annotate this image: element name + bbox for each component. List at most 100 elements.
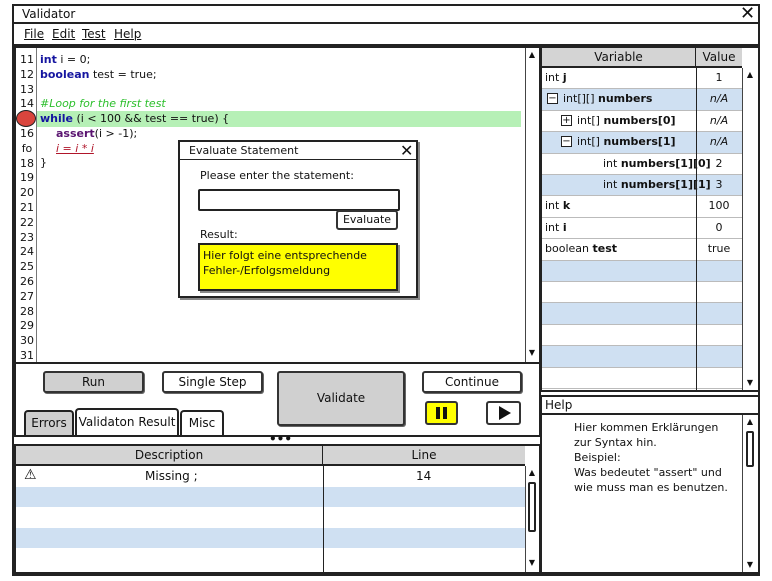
line-number[interactable]: 29 xyxy=(17,319,37,332)
help-scrollbar[interactable]: ▲ ▼ xyxy=(742,415,758,572)
table-row[interactable] xyxy=(16,507,525,528)
line-number[interactable]: 26 xyxy=(17,275,37,288)
scroll-down-icon[interactable]: ▼ xyxy=(527,558,537,568)
single-step-button[interactable]: Single Step xyxy=(162,371,263,393)
variable-row-numbers0[interactable]: + int[] numbers[0] n/A xyxy=(542,111,742,133)
variable-row-empty[interactable] xyxy=(542,368,742,389)
validate-button[interactable]: Validate xyxy=(277,371,405,426)
variable-row-numbers10[interactable]: int numbers[1][0] 2 xyxy=(542,154,742,175)
help-line: zur Syntax hin. xyxy=(574,436,657,449)
column-header-variable[interactable]: Variable xyxy=(542,48,696,68)
variable-value: 1 xyxy=(715,71,723,84)
variable-value: n/A xyxy=(709,135,729,149)
run-button[interactable]: Run xyxy=(43,371,144,393)
scroll-down-icon[interactable]: ▼ xyxy=(527,348,537,358)
variable-row-j[interactable]: int j 1 xyxy=(542,68,742,90)
collapse-icon[interactable]: − xyxy=(547,93,558,105)
variable-row-empty[interactable] xyxy=(542,346,742,368)
result-label: Result: xyxy=(200,228,238,241)
breakpoint-marker[interactable] xyxy=(16,110,36,127)
line-number[interactable]: 12 xyxy=(17,68,37,81)
variable-name: int i xyxy=(545,221,567,234)
continue-button[interactable]: Continue xyxy=(422,371,522,393)
variable-row-empty[interactable] xyxy=(542,260,742,282)
scroll-down-icon[interactable]: ▼ xyxy=(745,560,755,570)
variable-row-test[interactable]: boolean test true xyxy=(542,239,742,261)
variable-identifier: numbers[0] xyxy=(603,113,676,127)
line-number[interactable]: 18 xyxy=(17,157,37,170)
variable-name: int[][] numbers xyxy=(563,92,652,105)
tab-errors[interactable]: Errors xyxy=(24,410,74,436)
line-number[interactable]: fo xyxy=(17,142,37,155)
variable-identifier: j xyxy=(562,71,567,84)
variable-row-i[interactable]: int i 0 xyxy=(542,218,742,240)
variable-row-k[interactable]: int k 100 xyxy=(542,196,742,218)
variables-scrollbar[interactable]: ▲ ▼ xyxy=(742,68,758,390)
menu-edit[interactable]: Edit xyxy=(52,27,75,41)
scroll-thumb[interactable] xyxy=(528,482,536,532)
line-number[interactable]: 11 xyxy=(17,53,37,66)
splitter-handle-icon[interactable]: ••• xyxy=(269,433,292,445)
scroll-up-icon[interactable]: ▲ xyxy=(527,468,537,478)
column-header-description[interactable]: Description xyxy=(16,446,323,466)
variable-row-numbers1[interactable]: − int[] numbers[1] n/A xyxy=(542,132,742,154)
error-line: 14 xyxy=(416,469,432,483)
statement-input[interactable] xyxy=(198,189,400,211)
table-row[interactable] xyxy=(16,487,525,507)
line-number[interactable]: 28 xyxy=(17,305,37,318)
variable-name: int[] numbers[1] xyxy=(577,135,676,148)
variable-row-empty[interactable] xyxy=(542,325,742,347)
help-text: Hier kommen Erklärungen zur Syntax hin. … xyxy=(574,420,728,495)
code-keyword: assert xyxy=(56,127,95,140)
menu-file[interactable]: File xyxy=(24,27,44,41)
variable-value: 3 xyxy=(715,178,723,191)
collapse-icon[interactable]: − xyxy=(561,136,572,148)
variable-row-numbers[interactable]: − int[][] numbers n/A xyxy=(542,89,742,111)
variable-row-numbers11[interactable]: int numbers[1][1] 3 xyxy=(542,175,742,197)
line-number[interactable]: 23 xyxy=(17,231,37,244)
variable-row-empty[interactable] xyxy=(542,303,742,325)
menu-test[interactable]: Test xyxy=(82,27,106,41)
variable-value: 2 xyxy=(715,156,723,170)
code-text: (i < 100 && test == true) { xyxy=(73,112,230,125)
line-number[interactable]: 19 xyxy=(17,171,37,184)
dialog-prompt: Please enter the statement: xyxy=(200,169,354,182)
scroll-up-icon[interactable]: ▲ xyxy=(745,70,755,80)
table-row[interactable]: ⚠ Missing ; 14 xyxy=(16,466,525,487)
variable-value: n/A xyxy=(709,92,729,106)
dialog-close-icon[interactable]: ✕ xyxy=(400,142,413,160)
line-number[interactable]: 27 xyxy=(17,290,37,303)
tab-misc[interactable]: Misc xyxy=(180,410,224,436)
variable-row-empty[interactable] xyxy=(542,282,742,304)
evaluate-button[interactable]: Evaluate xyxy=(336,210,398,230)
variable-value: true xyxy=(707,242,731,256)
scroll-up-icon[interactable]: ▲ xyxy=(527,50,537,60)
column-header-line[interactable]: Line xyxy=(323,446,525,466)
play-button[interactable] xyxy=(486,401,521,425)
help-title-bar: Help xyxy=(542,397,758,415)
scroll-thumb[interactable] xyxy=(746,431,754,467)
expand-icon[interactable]: + xyxy=(561,114,572,126)
line-number[interactable]: 14 xyxy=(17,97,37,110)
scroll-up-icon[interactable]: ▲ xyxy=(745,417,755,427)
line-number[interactable]: 24 xyxy=(17,245,37,258)
menu-help[interactable]: Help xyxy=(114,27,141,41)
line-number[interactable]: 16 xyxy=(17,127,37,140)
pause-button[interactable] xyxy=(425,401,458,425)
errors-scrollbar[interactable]: ▲ ▼ xyxy=(525,466,539,572)
editor-scrollbar[interactable]: ▲ ▼ xyxy=(525,48,539,362)
line-number[interactable]: 13 xyxy=(17,83,37,96)
line-number[interactable]: 20 xyxy=(17,186,37,199)
scroll-down-icon[interactable]: ▼ xyxy=(745,378,755,388)
table-row[interactable] xyxy=(16,528,525,548)
code-keyword: while xyxy=(40,112,73,125)
variable-type: int[][] xyxy=(563,92,595,106)
line-number[interactable]: 22 xyxy=(17,216,37,229)
line-number[interactable]: 31 xyxy=(17,349,37,362)
window-close-icon[interactable]: ✕ xyxy=(740,5,755,23)
line-number[interactable]: 21 xyxy=(17,201,37,214)
tab-validation-result[interactable]: Validaton Result xyxy=(75,408,179,436)
line-number[interactable]: 30 xyxy=(17,334,37,347)
column-header-value[interactable]: Value xyxy=(696,48,742,68)
line-number[interactable]: 25 xyxy=(17,260,37,273)
